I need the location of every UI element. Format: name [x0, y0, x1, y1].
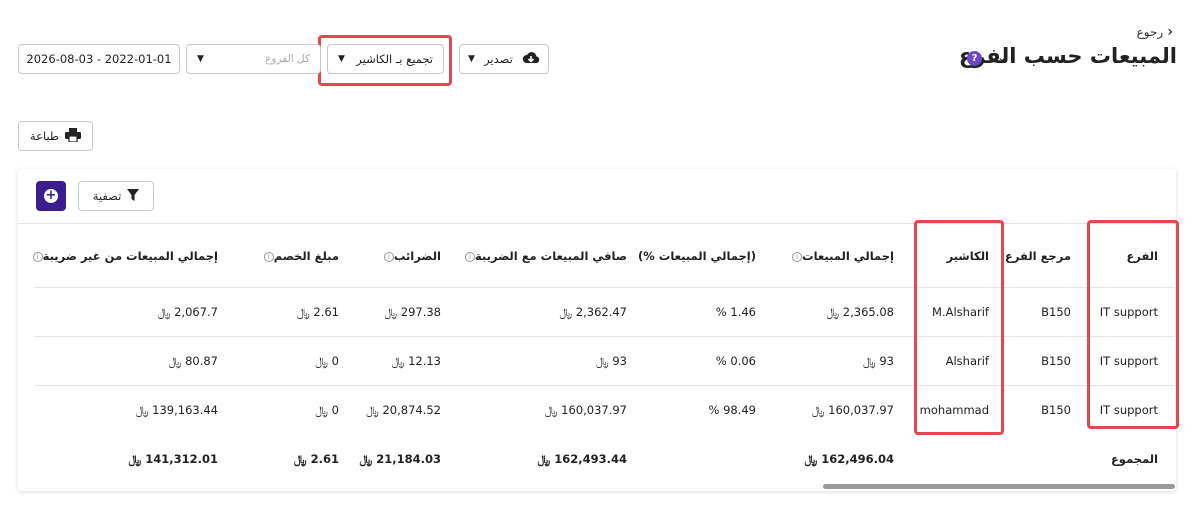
highlight-box-branch-column [1087, 220, 1179, 429]
cell-branch-ref: B150 [1041, 403, 1071, 417]
cell-discount: 0 ﷼ [315, 354, 339, 368]
filter-label: تصفية [92, 189, 122, 203]
col-header-taxes[interactable]: الضرائبi [378, 249, 441, 263]
cell-sales-pct: 1.46 % [715, 305, 756, 319]
cloud-download-icon [522, 51, 540, 68]
total-sales-excl-tax: 141,312.01 ﷼ [128, 452, 219, 466]
total-total-sales: 162,496.04 ﷼ [804, 452, 895, 466]
row-divider [35, 287, 1175, 288]
col-header-sales-pct[interactable]: (إجمالي المبيعات %) [638, 249, 756, 263]
cell-sales-pct: 0.06 % [715, 354, 756, 368]
col-header-total-sales[interactable]: إجمالي المبيعاتi [786, 249, 894, 263]
cell-branch-ref: B150 [1041, 354, 1071, 368]
export-button[interactable]: ▼ تصدير [459, 44, 549, 74]
total-net-sales-tax: 162,493.44 ﷼ [537, 452, 628, 466]
col-header-net-sales-tax[interactable]: صافي المبيعات مع الضريبةi [459, 249, 627, 263]
cell-sales-excl-tax: 139,163.44 ﷼ [135, 403, 218, 417]
cell-net-sales-tax: 93 ﷼ [595, 354, 627, 368]
branches-placeholder: كل الفروع [265, 53, 310, 65]
export-label: تصدير [484, 52, 513, 66]
info-icon: i [263, 251, 274, 262]
filter-icon [127, 188, 140, 204]
cell-net-sales-tax: 160,037.97 ﷼ [544, 403, 627, 417]
info-icon: i [383, 251, 394, 262]
cell-discount: 0 ﷼ [315, 403, 339, 417]
cell-sales-pct: 98.49 % [708, 403, 756, 417]
totals-label: المجموع [1110, 452, 1158, 466]
back-link[interactable]: ‹ رجوع [1137, 24, 1173, 40]
back-label: رجوع [1136, 25, 1164, 39]
row-divider [35, 336, 1175, 337]
cell-total-sales: 93 ﷼ [862, 354, 894, 368]
highlight-box-cashier-column [914, 220, 1004, 435]
help-icon[interactable]: ? [967, 51, 982, 66]
cell-taxes: 297.38 ﷼ [384, 305, 441, 319]
printer-icon [65, 127, 82, 145]
date-range-picker[interactable]: 2026-08-03 - 2022-01-01 [18, 44, 180, 74]
highlight-box-groupby [318, 35, 452, 86]
cell-sales-excl-tax: 80.87 ﷼ [168, 354, 218, 368]
add-button[interactable]: + [36, 181, 66, 211]
cell-taxes: 20,874.52 ﷼ [366, 403, 441, 417]
info-icon: i [32, 251, 43, 262]
page-title: المبيعات حسب الفرع [958, 44, 1177, 68]
info-icon: i [792, 251, 803, 262]
branches-select[interactable]: ▼ كل الفروع [186, 44, 321, 74]
info-icon: i [464, 251, 475, 262]
cell-total-sales: 2,365.08 ﷼ [826, 305, 894, 319]
cell-net-sales-tax: 2,362.47 ﷼ [559, 305, 627, 319]
cell-discount: 2.61 ﷼ [297, 305, 339, 319]
chevron-down-icon[interactable]: ⌄ [997, 50, 1007, 64]
caret-down-icon: ▼ [197, 54, 204, 64]
cell-taxes: 12.13 ﷼ [391, 354, 441, 368]
total-taxes: 21,184.03 ﷼ [359, 452, 441, 466]
horizontal-scrollbar[interactable] [823, 484, 1175, 489]
print-button[interactable]: طباعة [18, 121, 93, 151]
cell-branch-ref: B150 [1041, 305, 1071, 319]
chevron-left-icon: ‹ [1167, 24, 1173, 40]
date-range-value: 2026-08-03 - 2022-01-01 [26, 52, 172, 66]
filter-button[interactable]: تصفية [78, 181, 154, 211]
plus-icon: + [44, 188, 58, 203]
cell-sales-excl-tax: 2,067.7 ﷼ [157, 305, 218, 319]
cell-total-sales: 160,037.97 ﷼ [811, 403, 894, 417]
print-label: طباعة [29, 129, 60, 143]
row-divider [35, 385, 1175, 386]
col-header-branch-ref[interactable]: مرجع الفرع [1005, 249, 1071, 263]
col-header-sales-excl-tax[interactable]: إجمالي المبيعات من غير ضريبةi [27, 249, 218, 263]
total-discount: 2.61 ﷼ [293, 452, 339, 466]
col-header-discount[interactable]: مبلغ الخصمi [258, 249, 339, 263]
caret-down-icon: ▼ [468, 54, 475, 64]
